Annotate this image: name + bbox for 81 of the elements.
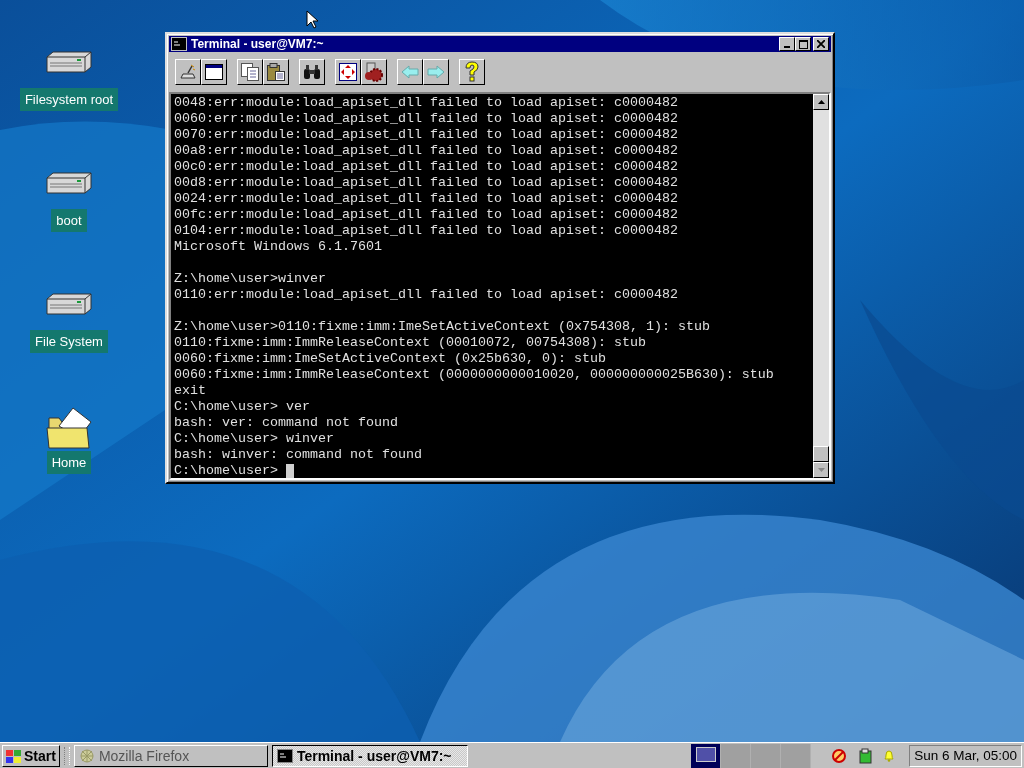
icon-label[interactable]: boot: [51, 209, 87, 232]
pen-button[interactable]: [175, 59, 201, 85]
desktop-switcher[interactable]: [781, 743, 812, 768]
gear-button[interactable]: [361, 59, 387, 85]
desktop-switcher[interactable]: [691, 743, 722, 768]
no-sign-icon[interactable]: [831, 747, 848, 764]
terminal-line: 0048:err:module:load_apiset_dll failed to load apiset: c0000482: [174, 95, 679, 111]
close-icon: [817, 40, 825, 48]
desktop-switcher[interactable]: [721, 743, 752, 768]
mouse-pointer-icon: [306, 10, 318, 29]
desktop-switcher[interactable]: [751, 743, 782, 768]
terminal-line: 0024:err:module:load_apiset_dll failed to load apiset: c0000482: [174, 191, 679, 207]
window-button[interactable]: [201, 59, 227, 85]
terminal-output[interactable]: [171, 94, 813, 478]
help-button[interactable]: [459, 59, 485, 85]
terminal-line: bash: winver: command not found: [174, 447, 423, 463]
taskbar-button[interactable]: Mozilla Firefox: [73, 744, 268, 767]
terminal-line: 00fc:err:module:load_apiset_dll failed to load apiset: c0000482: [174, 207, 679, 223]
terminal-line: 0060:fixme:imm:ImeSetActiveContext (0x25b630, 0): stub: [174, 351, 607, 367]
back-button[interactable]: [397, 59, 423, 85]
up-arrow-icon: [817, 100, 825, 104]
terminal-line: 00d8:err:module:load_apiset_dll failed to load apiset: c0000482: [174, 175, 679, 191]
find-button[interactable]: [299, 59, 325, 85]
copy-icon: [240, 62, 260, 82]
terminal-line: exit: [174, 383, 207, 399]
icon-label[interactable]: Filesystem root: [19, 88, 119, 111]
terminal-line: bash: ver: command not found: [174, 415, 399, 431]
clock[interactable]: Sun 6 Mar, 05:00: [909, 744, 1022, 767]
drive-icon[interactable]: [45, 172, 93, 194]
right-arrow-icon: [427, 65, 445, 79]
icon-label[interactable]: File System: [30, 330, 108, 353]
terminal-line: 0104:err:module:load_apiset_dll failed to load apiset: c0000482: [174, 223, 679, 239]
text-cursor: [286, 464, 294, 478]
terminal-line: 0110:err:module:load_apiset_dll failed to load apiset: c0000482: [174, 287, 679, 303]
paste-button[interactable]: [263, 59, 289, 85]
windows-flag-icon: [6, 748, 22, 763]
icon-label[interactable]: Home: [46, 451, 92, 474]
terminal-line: 0110:fixme:imm:ImmReleaseContext (00010072, 00754308): stub: [174, 335, 647, 351]
copy-button[interactable]: [237, 59, 263, 85]
clipboard-icon[interactable]: [857, 747, 874, 764]
question-mark-icon: [464, 61, 480, 83]
terminal-line: C:\home\user> winver: [174, 431, 335, 447]
terminal-line: Microsoft Windows 6.1.7601: [174, 239, 383, 255]
gear-icon: [363, 62, 385, 82]
maximize-icon: [798, 39, 808, 49]
move-button[interactable]: [335, 59, 361, 85]
window-thumbnail: [695, 746, 716, 762]
window-icon: [205, 64, 223, 80]
forward-button[interactable]: [423, 59, 449, 85]
browser-icon: [78, 747, 95, 764]
minimize-button[interactable]: [779, 37, 795, 51]
folder-icon[interactable]: [45, 406, 93, 450]
terminal-line: 00a8:err:module:load_apiset_dll failed to load apiset: c0000482: [174, 143, 679, 159]
binoculars-icon: [303, 64, 321, 80]
maximize-button[interactable]: [795, 37, 811, 51]
terminal-line: 0060:fixme:imm:ImmReleaseContext (0000000000010020, 000000000025B630): stub: [174, 367, 775, 383]
taskbar-grip: [63, 746, 70, 765]
console-icon: [171, 37, 187, 51]
terminal-line: 0070:err:module:load_apiset_dll failed to load apiset: c0000482: [174, 127, 679, 143]
scroll-down-button[interactable]: [813, 462, 829, 478]
terminal-line: Z:\home\user>0110:fixme:imm:ImeSetActiveContext (0x754308, 1): stub: [174, 319, 711, 335]
arrows-icon: [339, 63, 357, 81]
window-title: Terminal - user@VM7:~: [191, 37, 325, 51]
scroll-thumb[interactable]: [813, 446, 829, 462]
scroll-up-button[interactable]: [813, 94, 829, 110]
drive-icon[interactable]: [45, 51, 93, 73]
terminal-line: C:\home\user> ver: [174, 399, 311, 415]
down-arrow-icon: [817, 468, 825, 472]
vertical-scrollbar[interactable]: [813, 94, 829, 478]
close-button[interactable]: [813, 37, 829, 51]
terminal-line: 0060:err:module:load_apiset_dll failed to load apiset: c0000482: [174, 111, 679, 127]
taskbar-button[interactable]: Terminal - user@VM7:~: [271, 744, 468, 767]
terminal-line: 00c0:err:module:load_apiset_dll failed to load apiset: c0000482: [174, 159, 679, 175]
pen-icon: [179, 63, 197, 81]
terminal-line: C:\home\user>: [174, 463, 279, 478]
terminal-line: Z:\home\user>winver: [174, 271, 327, 287]
clipboard-icon: [266, 62, 286, 82]
left-arrow-icon: [401, 65, 419, 79]
drive-icon[interactable]: [45, 293, 93, 315]
start-button[interactable]: Start: [2, 744, 60, 767]
console-icon: [276, 748, 293, 763]
